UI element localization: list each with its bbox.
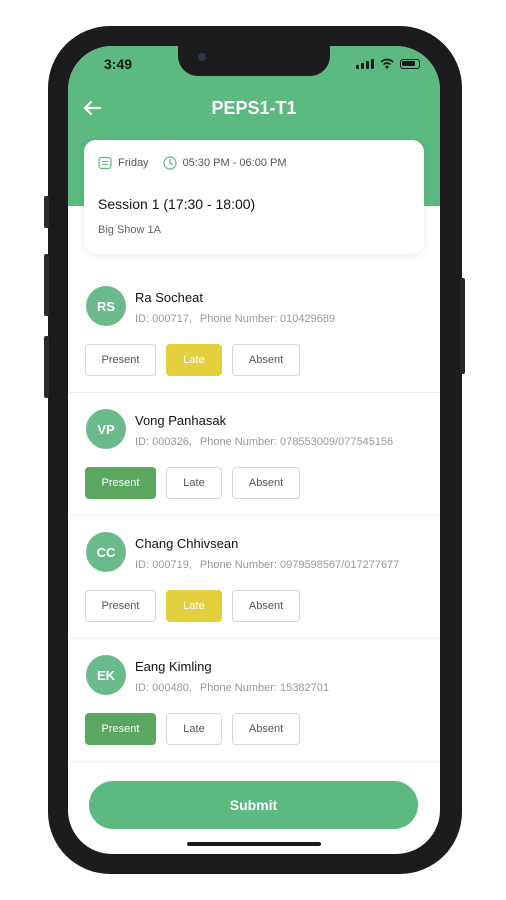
page-title: PEPS1-T1 — [211, 98, 297, 118]
student-row: VP Vong Panhasak ID: 000326, Phone Number: … — [68, 393, 440, 516]
student-phone: 010429689 — [280, 313, 336, 325]
student-row: EK Eang Kimling ID: 000480, Phone Number: 1… — [68, 639, 440, 762]
late-button[interactable]: Late — [166, 713, 222, 745]
late-button[interactable]: Late — [166, 590, 222, 622]
calendar-icon — [98, 156, 112, 170]
phone-label: Phone Number: — [199, 559, 277, 571]
mute-switch — [44, 196, 49, 228]
avatar: VP — [86, 409, 126, 449]
student-name: Vong Panhasak — [135, 413, 227, 428]
session-day-label: Friday — [118, 157, 149, 169]
student-phone: 15382701 — [280, 682, 329, 694]
session-time-label: 05:30 PM - 06:00 PM — [182, 157, 287, 169]
id-label: ID: — [135, 436, 150, 448]
signal-icon — [356, 58, 374, 69]
present-button[interactable]: Present — [85, 467, 156, 499]
home-indicator — [187, 842, 321, 846]
wifi-icon — [380, 58, 394, 69]
volume-down-button — [44, 336, 49, 398]
power-button — [460, 278, 465, 374]
session-subtitle: Big Show 1A — [98, 224, 161, 236]
notch — [178, 46, 330, 76]
absent-button[interactable]: Absent — [232, 344, 300, 376]
clock-icon — [162, 156, 177, 170]
absent-button[interactable]: Absent — [232, 467, 300, 499]
present-button[interactable]: Present — [85, 713, 156, 745]
id-label: ID: — [135, 682, 150, 694]
session-day: Friday — [98, 156, 149, 170]
late-button[interactable]: Late — [166, 344, 222, 376]
submit-button[interactable]: Submit — [89, 781, 418, 829]
status-icons — [356, 58, 420, 69]
avatar: CC — [86, 532, 126, 572]
student-name: Eang Kimling — [135, 659, 212, 674]
student-id: 000326, — [152, 436, 192, 448]
student-list: RS Ra Socheat ID: 000717, Phone Number: 010… — [68, 270, 440, 762]
id-label: ID: — [135, 313, 150, 325]
attendance-buttons: Present Late Absent — [85, 590, 300, 622]
phone-label: Phone Number: — [199, 436, 277, 448]
present-button[interactable]: Present — [85, 590, 156, 622]
student-row: CC Chang Chhivsean ID: 000719, Phone Number… — [68, 516, 440, 639]
session-time: 05:30 PM - 06:00 PM — [162, 156, 287, 170]
avatar: RS — [86, 286, 126, 326]
volume-up-button — [44, 254, 49, 316]
student-id: 000717, — [152, 313, 192, 325]
attendance-buttons: Present Late Absent — [85, 344, 300, 376]
absent-button[interactable]: Absent — [232, 590, 300, 622]
student-name: Ra Socheat — [135, 290, 203, 305]
student-info: ID: 000480, Phone Number: 15382701 — [135, 682, 329, 694]
student-row: RS Ra Socheat ID: 000717, Phone Number: 010… — [68, 270, 440, 393]
student-info: ID: 000326, Phone Number: 078553009/07754… — [135, 436, 393, 448]
student-id: 000480, — [152, 682, 192, 694]
session-card: Friday 05:30 PM - 06:00 PM Session 1 (17… — [84, 140, 424, 254]
phone-label: Phone Number: — [199, 313, 277, 325]
late-button[interactable]: Late — [166, 467, 222, 499]
student-name: Chang Chhivsean — [135, 536, 239, 551]
status-time: 3:49 — [104, 56, 133, 72]
student-phone: 0979598567/017277677 — [280, 559, 400, 571]
student-info: ID: 000719, Phone Number: 0979598567/0172… — [135, 559, 399, 571]
battery-icon — [400, 58, 420, 69]
attendance-buttons: Present Late Absent — [85, 713, 300, 745]
absent-button[interactable]: Absent — [232, 713, 300, 745]
avatar: EK — [86, 655, 126, 695]
attendance-buttons: Present Late Absent — [85, 467, 300, 499]
student-phone: 078553009/077545156 — [280, 436, 394, 448]
session-meta: Friday 05:30 PM - 06:00 PM — [98, 156, 301, 170]
student-info: ID: 000717, Phone Number: 010429689 — [135, 313, 335, 325]
session-title: Session 1 (17:30 - 18:00) — [98, 196, 256, 212]
camera — [198, 53, 206, 61]
student-id: 000719, — [152, 559, 192, 571]
present-button[interactable]: Present — [85, 344, 156, 376]
phone-label: Phone Number: — [199, 682, 277, 694]
id-label: ID: — [135, 559, 150, 571]
app-screen: 3:49 PEPS1-T1 Friday 05:30 PM - 06:00 PM… — [68, 46, 440, 854]
